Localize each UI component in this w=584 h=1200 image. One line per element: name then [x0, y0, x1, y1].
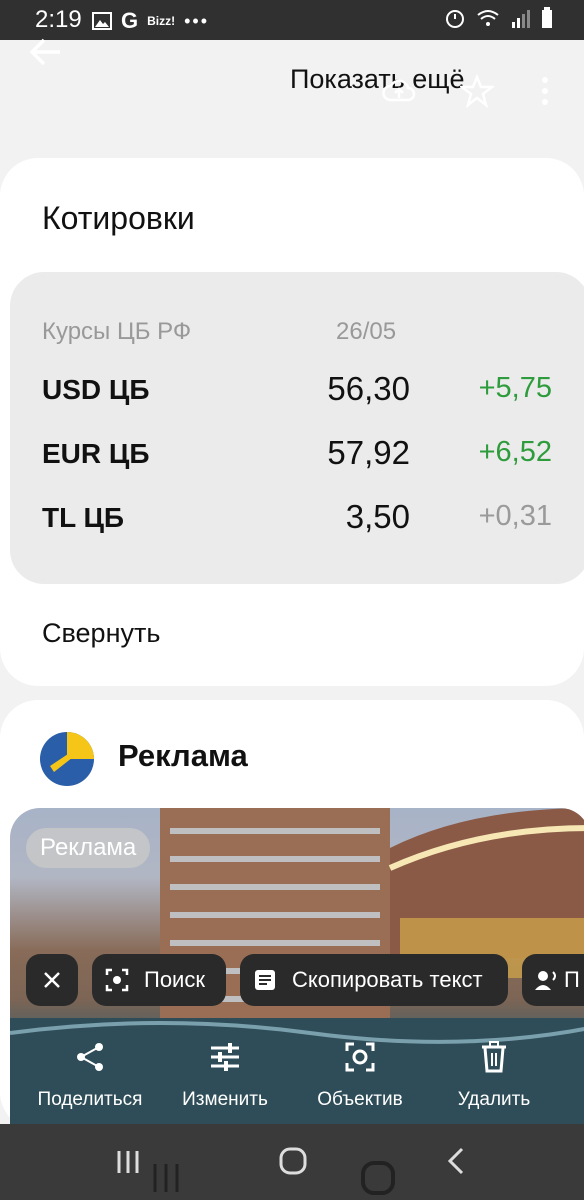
bizz-badge: Bizz! [147, 14, 176, 28]
home-icon[interactable] [278, 1146, 308, 1176]
currency-change: +5,75 [478, 372, 552, 404]
top-app-bar: Показать ещё [0, 40, 584, 144]
currency-change: +0,31 [478, 500, 552, 532]
delete-button[interactable]: Удалить [424, 1040, 564, 1111]
system-icons [444, 7, 554, 29]
star-icon[interactable] [460, 74, 494, 108]
ad-title: Реклама [118, 738, 248, 773]
ad-badge: Реклама [26, 828, 151, 868]
currency-value: 3,50 [345, 498, 410, 535]
document-icon [255, 970, 275, 990]
currency-name: USD ЦБ [42, 374, 150, 405]
gallery-icon [92, 12, 112, 30]
currency-name: TL ЦБ [42, 502, 125, 533]
home-shadow-icon [361, 1161, 395, 1195]
currency-name: EUR ЦБ [42, 438, 150, 469]
share-icon [77, 1043, 103, 1071]
lens-icon [345, 1042, 375, 1072]
quotes-title: Котировки [42, 200, 195, 236]
close-icon [44, 972, 60, 988]
collapse-button[interactable]: Свернуть [42, 618, 160, 649]
close-chip[interactable] [26, 954, 78, 1006]
share-button[interactable]: Поделиться [20, 1040, 160, 1111]
signal-icon [512, 10, 530, 28]
lens-label: Объектив [317, 1089, 403, 1110]
currency-value: 56,30 [327, 370, 410, 407]
system-navigation-bar [0, 1124, 584, 1200]
notification-icons: G Bizz! ••• [92, 8, 209, 34]
trash-icon [482, 1041, 506, 1073]
screenshot-action-bar: Поделиться Изменить Объектив Удалить [0, 1040, 584, 1124]
currency-value: 57,92 [327, 434, 410, 471]
rates-date: 26/05 [336, 318, 397, 345]
back-arrow-icon[interactable] [28, 34, 64, 70]
copy-text-label: Скопировать текст [292, 967, 483, 992]
share-label: Поделиться [37, 1089, 143, 1110]
delete-label: Удалить [457, 1089, 531, 1110]
rates-source-label: Курсы ЦБ РФ [42, 318, 192, 345]
rate-row[interactable]: USD ЦБ 56,30 +5,75 [10, 370, 584, 414]
exchange-rates-panel: Курсы ЦБ РФ 26/05 USD ЦБ 56,30 +5,75 EUR… [10, 272, 584, 584]
listen-chip-label: П [564, 967, 580, 992]
listen-chip[interactable]: П [522, 954, 584, 1006]
cloud-upload-icon[interactable] [382, 76, 416, 106]
sliders-icon [211, 1043, 239, 1071]
page-title: Показать ещё [290, 64, 465, 94]
more-options-icon[interactable] [530, 74, 560, 108]
yandex-logo-icon [40, 732, 94, 786]
edit-button[interactable]: Изменить [155, 1040, 295, 1111]
alarm-icon [446, 10, 464, 28]
wifi-icon [477, 10, 499, 26]
recent-apps-icon[interactable] [114, 1148, 142, 1176]
status-time: 2:19 [35, 6, 82, 33]
more-notifications-icon: ••• [184, 10, 210, 31]
back-nav-icon[interactable] [444, 1146, 468, 1176]
copy-text-chip[interactable]: Скопировать текст [240, 954, 508, 1006]
rate-row[interactable]: TL ЦБ 3,50 +0,31 [10, 498, 584, 542]
status-bar: 2:19 G Bizz! ••• [0, 0, 584, 40]
rate-row[interactable]: EUR ЦБ 57,92 +6,52 [10, 434, 584, 478]
google-icon: G [121, 8, 139, 33]
battery-icon [542, 7, 552, 28]
speaker-icon [535, 971, 556, 990]
search-chip-label: Поиск [144, 967, 205, 992]
lens-search-icon [105, 968, 129, 992]
currency-change: +6,52 [478, 436, 552, 468]
recent-apps-shadow-icon [153, 1164, 179, 1192]
edit-label: Изменить [182, 1089, 268, 1110]
lens-button[interactable]: Объектив [290, 1040, 430, 1111]
search-chip[interactable]: Поиск [92, 954, 226, 1006]
